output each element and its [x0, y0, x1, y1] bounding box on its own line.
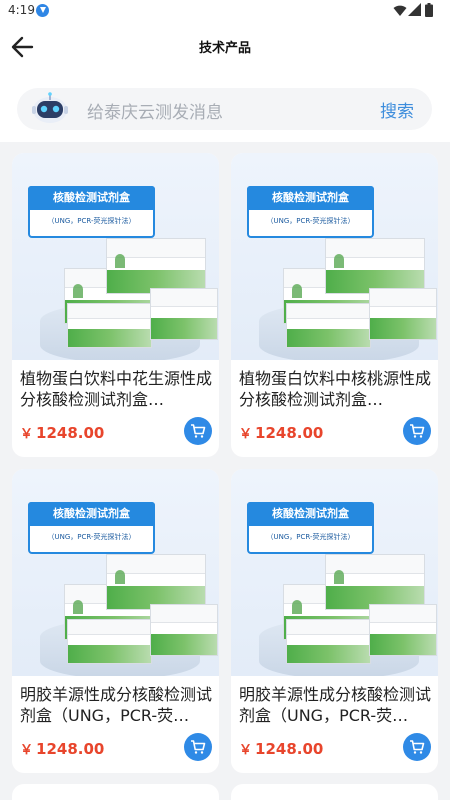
banner-subtitle: （UNG，PCR-荧光探针法）: [266, 217, 355, 225]
product-card[interactable]: 核酸检测试剂盒 （UNG，PCR-荧光探针法） 植物蛋白饮料中花生源性成分核酸检…: [12, 153, 219, 457]
price-value: 1248.00: [255, 424, 324, 442]
kit-box-image: [286, 303, 371, 348]
product-card[interactable]: 核酸检测试剂盒 （UNG，PCR-荧光探针法） 明胶羊源性成分核酸检测试剂盒（U…: [231, 469, 438, 773]
product-price: ￥ 1248.00: [239, 423, 323, 442]
banner-title: 核酸检测试剂盒: [28, 502, 155, 526]
product-price: ￥ 1248.00: [239, 739, 323, 758]
kit-box-image: [369, 288, 437, 340]
product-banner: 核酸检测试剂盒 （UNG，PCR-荧光探针法）: [28, 502, 155, 554]
price-symbol: ￥: [239, 743, 253, 758]
app-header: 技术产品: [0, 22, 450, 72]
signal-icon: [408, 3, 421, 16]
kit-box-image: [150, 288, 218, 340]
page-title: 技术产品: [198, 41, 251, 56]
kit-box-image: [67, 619, 152, 664]
banner-title: 核酸检测试剂盒: [28, 186, 155, 210]
product-image: 核酸检测试剂盒 （UNG，PCR-荧光探针法）: [231, 153, 438, 360]
price-value: 1248.00: [36, 740, 105, 758]
robot-assistant-icon: [32, 92, 68, 123]
shopping-cart-icon: [410, 740, 425, 754]
price-value: 1248.00: [255, 740, 324, 758]
product-name: 植物蛋白饮料中花生源性成分核酸检测试剂盒…: [20, 369, 212, 409]
wifi-icon: [393, 5, 407, 16]
banner-subtitle: （UNG，PCR-荧光探针法）: [47, 533, 136, 541]
price-symbol: ￥: [20, 743, 34, 758]
kit-box-image: [286, 619, 371, 664]
add-to-cart-button[interactable]: [403, 417, 431, 445]
product-card-partial[interactable]: [231, 784, 438, 800]
add-to-cart-button[interactable]: [403, 733, 431, 761]
shopping-cart-icon: [410, 424, 425, 438]
product-price: ￥ 1248.00: [20, 423, 104, 442]
kit-box-image: [369, 604, 437, 656]
product-name: 植物蛋白饮料中核桃源性成分核酸检测试剂盒…: [239, 369, 431, 409]
search-input[interactable]: 给泰庆云测发消息: [87, 98, 223, 123]
product-banner: 核酸检测试剂盒 （UNG，PCR-荧光探针法）: [28, 186, 155, 238]
price-symbol: ￥: [239, 427, 253, 442]
battery-icon: [425, 3, 433, 17]
kit-box-image: [150, 604, 218, 656]
product-banner: 核酸检测试剂盒 （UNG，PCR-荧光探针法）: [247, 186, 374, 238]
product-image: 核酸检测试剂盒 （UNG，PCR-荧光探针法）: [12, 469, 219, 676]
add-to-cart-button[interactable]: [184, 417, 212, 445]
search-bar[interactable]: 给泰庆云测发消息 搜索: [17, 88, 432, 130]
product-name: 明胶羊源性成分核酸检测试剂盒（UNG，PCR-荧…: [239, 685, 431, 725]
product-price: ￥ 1248.00: [20, 739, 104, 758]
kit-box-image: [106, 554, 206, 610]
product-image: 核酸检测试剂盒 （UNG，PCR-荧光探针法）: [12, 153, 219, 360]
product-card-partial[interactable]: [12, 784, 219, 800]
product-card[interactable]: 核酸检测试剂盒 （UNG，PCR-荧光探针法） 明胶羊源性成分核酸检测试剂盒（U…: [12, 469, 219, 773]
kit-box-image: [325, 554, 425, 610]
banner-title: 核酸检测试剂盒: [247, 186, 374, 210]
banner-subtitle: （UNG，PCR-荧光探针法）: [266, 533, 355, 541]
search-area: 给泰庆云测发消息 搜索: [0, 72, 450, 142]
banner-subtitle: （UNG，PCR-荧光探针法）: [47, 217, 136, 225]
download-notification-icon: [36, 4, 49, 17]
kit-box-image: [106, 238, 206, 294]
shopping-cart-icon: [191, 740, 206, 754]
product-image: 核酸检测试剂盒 （UNG，PCR-荧光探针法）: [231, 469, 438, 676]
product-name: 明胶羊源性成分核酸检测试剂盒（UNG，PCR-荧…: [20, 685, 212, 725]
product-card[interactable]: 核酸检测试剂盒 （UNG，PCR-荧光探针法） 植物蛋白饮料中核桃源性成分核酸检…: [231, 153, 438, 457]
price-symbol: ￥: [20, 427, 34, 442]
kit-box-image: [67, 303, 152, 348]
price-value: 1248.00: [36, 424, 105, 442]
shopping-cart-icon: [191, 424, 206, 438]
status-bar: 4:19: [0, 0, 450, 22]
kit-box-image: [325, 238, 425, 294]
banner-title: 核酸检测试剂盒: [247, 502, 374, 526]
add-to-cart-button[interactable]: [184, 733, 212, 761]
status-time: 4:19: [8, 3, 35, 17]
search-button[interactable]: 搜索: [380, 97, 414, 122]
product-banner: 核酸检测试剂盒 （UNG，PCR-荧光探针法）: [247, 502, 374, 554]
